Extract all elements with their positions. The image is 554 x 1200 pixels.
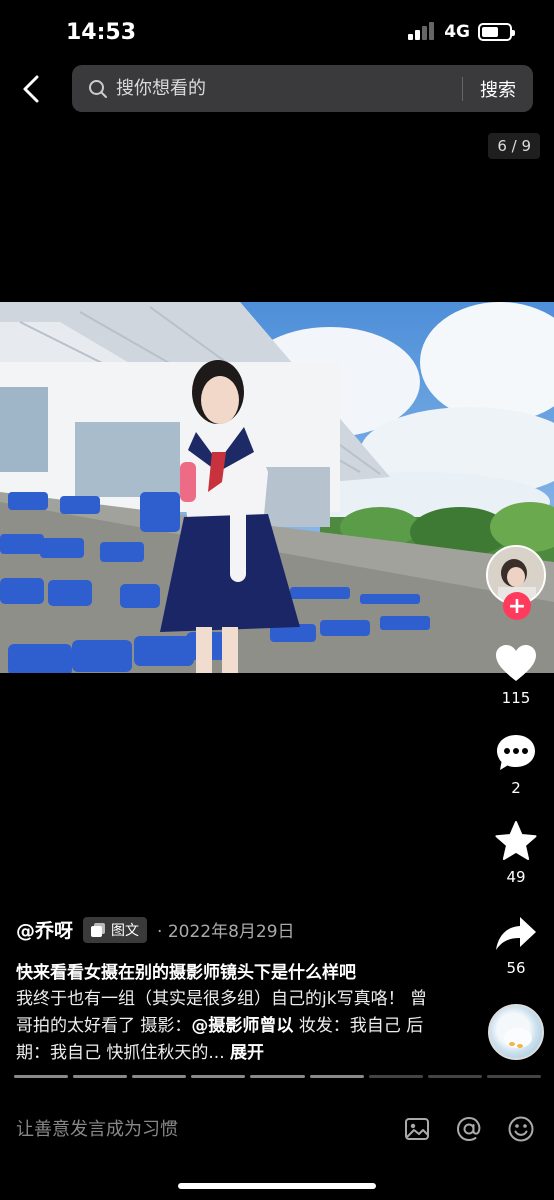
back-arrow-icon xyxy=(23,75,39,103)
progress-segment xyxy=(191,1075,246,1078)
network-type: 4G xyxy=(444,22,470,42)
search-button[interactable]: 搜索 xyxy=(463,76,533,102)
author-row: @乔呀 图文 · 2022年8月29日 xyxy=(16,916,295,943)
image-stack-icon xyxy=(91,922,106,937)
follow-button[interactable]: + xyxy=(503,592,531,620)
post-type-label: 图文 xyxy=(111,922,140,939)
expand-button[interactable]: 展开 xyxy=(230,1043,264,1063)
search-bar[interactable]: 搜索 xyxy=(72,65,533,112)
emoji-icon[interactable] xyxy=(506,1114,536,1144)
post-photo[interactable] xyxy=(0,302,554,673)
progress-segment xyxy=(309,1075,364,1078)
signal-icon xyxy=(408,22,436,42)
share-button[interactable]: 56 xyxy=(494,915,538,977)
author-name[interactable]: @乔呀 xyxy=(16,916,73,943)
comment-bubble-icon xyxy=(497,735,535,770)
comment-bar xyxy=(0,1100,554,1158)
comment-input[interactable] xyxy=(16,1118,402,1140)
progress-segment xyxy=(250,1075,305,1078)
search-icon xyxy=(88,78,110,100)
comment-button[interactable]: 2 xyxy=(494,733,538,797)
share-count: 56 xyxy=(506,959,526,977)
comment-count: 2 xyxy=(511,779,521,797)
at-icon[interactable] xyxy=(454,1114,484,1144)
search-input[interactable] xyxy=(110,78,462,99)
progress-segment xyxy=(132,1075,187,1078)
star-icon xyxy=(495,821,537,860)
favorite-count: 49 xyxy=(506,868,526,886)
gallery-progress xyxy=(14,1075,541,1078)
author-avatar-wrap: + xyxy=(486,545,548,625)
favorite-button[interactable]: 49 xyxy=(494,820,538,886)
mention-link[interactable]: @摄影师曾以 xyxy=(191,1016,293,1036)
like-count: 115 xyxy=(501,689,531,707)
progress-segment xyxy=(73,1075,128,1078)
like-button[interactable]: 115 xyxy=(494,643,538,707)
progress-segment xyxy=(14,1075,69,1078)
page-counter: 6 / 9 xyxy=(488,133,540,159)
heart-icon xyxy=(496,645,536,681)
music-disc[interactable] xyxy=(488,1004,544,1060)
progress-segment xyxy=(427,1075,482,1078)
post-title: 快来看看女摄在别的摄影师镜头下是什么样吧 xyxy=(16,963,356,983)
screen: 14:53 4G 搜索 6 / 9 xyxy=(0,0,554,1200)
status-indicators: 4G xyxy=(408,22,515,42)
post-type-badge: 图文 xyxy=(83,916,148,943)
image-icon[interactable] xyxy=(402,1114,432,1144)
battery-icon xyxy=(478,23,515,41)
progress-segment xyxy=(368,1075,423,1078)
share-arrow-icon xyxy=(496,917,536,950)
status-time: 14:53 xyxy=(66,20,137,45)
post-body: 我终于也有一组（其实是很多组）自己的jk写真咯！ 曾哥拍的太好看了 摄影：@摄影… xyxy=(16,986,428,1067)
progress-segment xyxy=(486,1075,541,1078)
back-button[interactable] xyxy=(16,72,46,106)
home-indicator xyxy=(178,1183,376,1189)
post-date: · 2022年8月29日 xyxy=(157,922,295,942)
battery-level xyxy=(482,27,499,37)
